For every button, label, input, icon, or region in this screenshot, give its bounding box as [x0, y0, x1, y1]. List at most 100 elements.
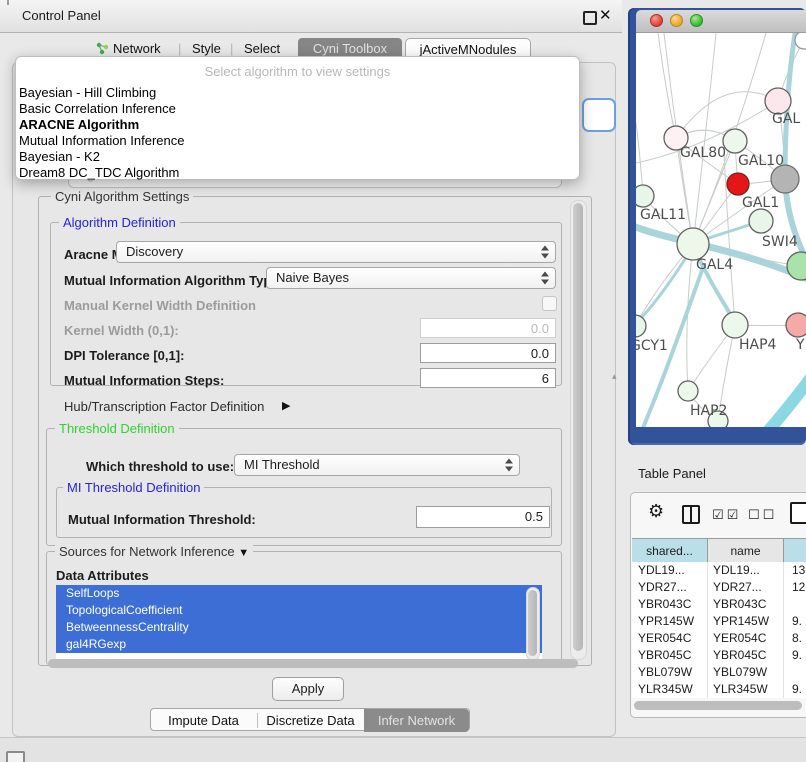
panel-resize-icon[interactable]: ▴ [612, 371, 617, 382]
network-node[interactable] [749, 209, 773, 233]
network-node[interactable] [771, 165, 799, 193]
algorithm-option[interactable]: Dream8 DC_TDC Algorithm [16, 165, 579, 181]
network-node[interactable] [787, 252, 806, 280]
tab-infer-network[interactable]: Infer Network [364, 709, 469, 732]
expand-right-icon[interactable]: ▶ [282, 399, 290, 412]
which-threshold-label: Which threshold to use: [86, 459, 234, 474]
table-cell: YER054C [632, 630, 708, 647]
mi-threshold-field[interactable]: 0.5 [416, 506, 550, 528]
tab-discretize-data[interactable]: Discretize Data [258, 709, 363, 732]
float-window-icon[interactable] [583, 11, 597, 25]
table-horizontal-scrollbar[interactable] [634, 701, 802, 710]
aracne-mode-combo[interactable]: Discovery [116, 241, 556, 263]
table-cell: YLR345W [708, 681, 784, 698]
table-panel-title: Table Panel [638, 466, 706, 481]
tab-network[interactable]: Network [113, 41, 161, 56]
attributes-scrollbar-thumb[interactable] [528, 590, 537, 656]
table-cell: YBR043C [708, 596, 784, 613]
network-node[interactable] [786, 313, 806, 337]
settings-vertical-scrollbar[interactable] [570, 200, 587, 660]
close-traffic-light[interactable] [650, 14, 663, 27]
data-attribute-item[interactable]: TopologicalCoefficient [56, 602, 542, 619]
column-header-name[interactable]: name [708, 539, 784, 563]
apply-button[interactable]: Apply [272, 677, 344, 701]
attributes-scrollbar[interactable] [526, 587, 540, 661]
column-header-shared-name[interactable]: shared... [632, 539, 708, 563]
table-cell: YPR145W [708, 613, 784, 630]
dpi-tolerance-field[interactable]: 0.0 [420, 343, 556, 363]
sources-title: Sources for Network Inference ▼ [55, 544, 253, 559]
table-cell: YER054C [708, 630, 784, 647]
network-node-label: GAL [772, 111, 800, 127]
threshold-definition-title: Threshold Definition [55, 421, 179, 436]
algorithm-option[interactable]: Bayesian - K2 [16, 149, 579, 165]
tab-impute-data[interactable]: Impute Data [151, 709, 256, 732]
table-row[interactable]: YPR145WYPR145W9. [632, 613, 806, 630]
table-cell [784, 664, 806, 681]
table-row[interactable]: YBL079WYBL079W [632, 664, 806, 681]
network-node[interactable] [636, 185, 654, 207]
network-canvas[interactable]: GALGAL80GAL10GAL1GAL11SWI4GAL4GCY1HAP4YH… [636, 33, 806, 427]
mi-threshold-group-title: MI Threshold Definition [63, 480, 204, 495]
data-attributes-list[interactable]: SelfLoopsTopologicalCoefficientBetweenne… [56, 585, 542, 663]
network-window-titlebar[interactable] [636, 10, 806, 33]
table-row[interactable]: YBR043CYBR043C [632, 596, 806, 613]
network-node[interactable] [795, 33, 806, 49]
algorithm-definition-title: Algorithm Definition [59, 215, 180, 230]
tab-select[interactable]: Select [244, 41, 280, 56]
table-row[interactable]: YBR045CYBR045C9. [632, 647, 806, 664]
data-attribute-item[interactable]: SelfLoops [56, 585, 542, 602]
algorithm-option[interactable]: Bayesian - Hill Climbing [16, 85, 579, 101]
focused-combo-fragment[interactable] [582, 98, 616, 132]
column-selector-icon[interactable] [682, 505, 700, 524]
data-attribute-item[interactable]: BetweennessCentrality [56, 619, 542, 636]
column-header-clipped[interactable] [784, 539, 806, 563]
which-threshold-combo[interactable]: MI Threshold [234, 454, 520, 476]
minimize-traffic-light[interactable] [670, 14, 683, 27]
network-node[interactable] [723, 129, 747, 153]
data-attributes-label: Data Attributes [56, 568, 149, 583]
algorithm-option[interactable]: ARACNE Algorithm [16, 117, 579, 133]
sources-title-text: Sources for Network Inference [59, 544, 235, 559]
tab-style[interactable]: Style [192, 41, 221, 56]
select-all-checkboxes-icon[interactable]: ☑☑ [712, 507, 741, 523]
table-row[interactable]: YER054CYER054C8. [632, 630, 806, 647]
close-icon[interactable]: ✕ [599, 6, 612, 24]
export-table-icon[interactable] [790, 502, 806, 524]
mi-type-label: Mutual Information Algorithm Type: [64, 273, 283, 288]
network-node[interactable] [727, 173, 749, 195]
network-node-label: GCY1 [636, 338, 668, 354]
gear-icon[interactable]: ⚙ [648, 501, 664, 522]
network-node-label: GAL10 [738, 153, 784, 169]
mi-steps-field[interactable]: 6 [420, 368, 556, 388]
table-cell: YBL079W [632, 664, 708, 681]
table-cell: YBL079W [708, 664, 784, 681]
algorithm-option[interactable]: Mutual Information Inference [16, 133, 579, 149]
table-cell: YBR045C [708, 647, 784, 664]
algorithm-option[interactable]: Basic Correlation Inference [16, 101, 579, 117]
table-cell: YBR043C [632, 596, 708, 613]
table-cell: 9. [784, 681, 806, 698]
table-row[interactable]: YDL19...YDL19...13 [632, 562, 806, 579]
network-node[interactable] [722, 312, 748, 338]
table-cell: YBR045C [632, 647, 708, 664]
deselect-all-checkboxes-icon[interactable]: ☐☐ [748, 507, 777, 523]
network-node[interactable] [677, 228, 709, 260]
settings-horizontal-scrollbar[interactable] [48, 659, 578, 668]
settings-vertical-scrollbar-thumb[interactable] [573, 203, 583, 651]
data-attribute-item[interactable]: gal4RGexp [56, 636, 542, 653]
algorithm-popup-list: Bayesian - Hill ClimbingBasic Correlatio… [16, 85, 579, 181]
aracne-mode-value: Discovery [126, 244, 183, 259]
minimized-panel-icon[interactable] [6, 751, 25, 762]
network-node[interactable] [636, 315, 646, 337]
zoom-traffic-light[interactable] [690, 14, 703, 27]
table-row[interactable]: YDR27...YDR27...12 [632, 579, 806, 596]
table-row[interactable]: YLR345WYLR345W9. [632, 681, 806, 698]
dpi-tolerance-label: DPI Tolerance [0,1]: [64, 348, 184, 363]
mi-type-combo[interactable]: Naive Bayes [266, 267, 556, 289]
collapse-down-icon[interactable]: ▼ [238, 547, 249, 559]
table-cell: YDL19... [632, 562, 708, 579]
network-node[interactable] [678, 381, 698, 401]
manual-kernel-checkbox[interactable] [542, 296, 557, 311]
kernel-width-field[interactable]: 0.0 [420, 318, 556, 338]
